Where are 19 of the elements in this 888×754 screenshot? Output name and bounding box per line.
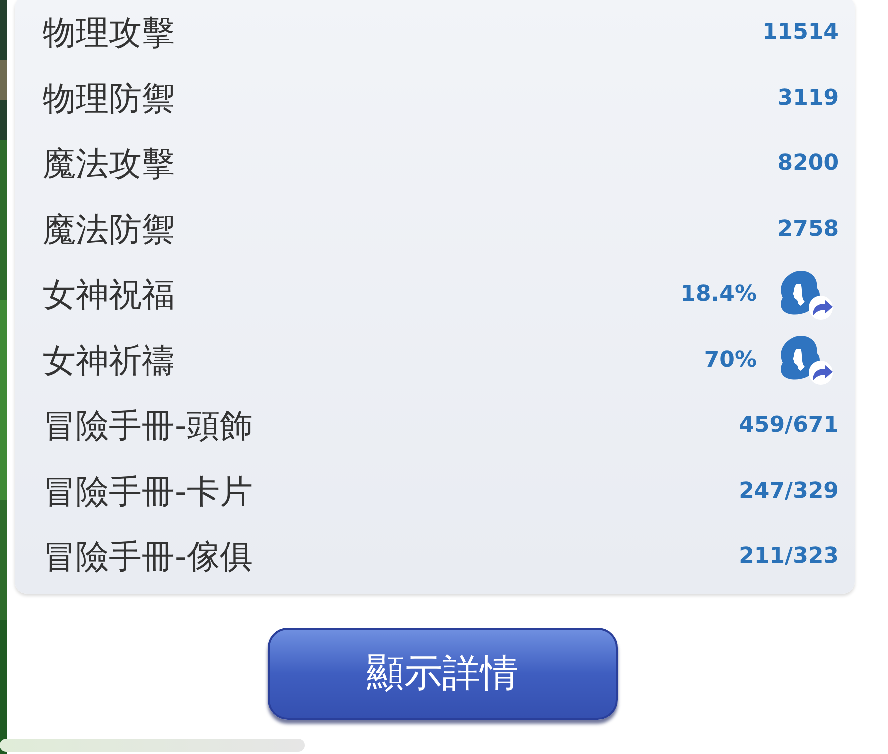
stat-value: 18.4% — [680, 281, 757, 310]
stat-label: 物理防禦 — [43, 78, 175, 120]
stat-value: 247/329 — [739, 478, 839, 506]
stat-value: 211/323 — [739, 543, 839, 572]
stat-label: 冒險手冊-頭飾 — [43, 405, 253, 447]
stat-value: 3119 — [778, 84, 839, 113]
stat-value: 70% — [704, 346, 757, 375]
stat-label: 物理攻擊 — [43, 12, 175, 54]
stat-label: 魔法攻擊 — [43, 143, 175, 185]
stat-value: 11514 — [762, 19, 839, 48]
stat-label: 女神祈禱 — [43, 340, 175, 382]
stat-value: 8200 — [778, 150, 839, 178]
stat-label: 冒險手冊-傢俱 — [43, 536, 253, 578]
stat-label: 冒險手冊-卡片 — [43, 470, 253, 512]
stat-value: 459/671 — [739, 412, 839, 440]
stat-value: 2758 — [778, 216, 839, 244]
stat-label: 女神祝福 — [43, 274, 175, 316]
show-details-button[interactable]: 顯示詳情 — [268, 628, 618, 720]
stat-label: 魔法防禦 — [43, 208, 175, 250]
